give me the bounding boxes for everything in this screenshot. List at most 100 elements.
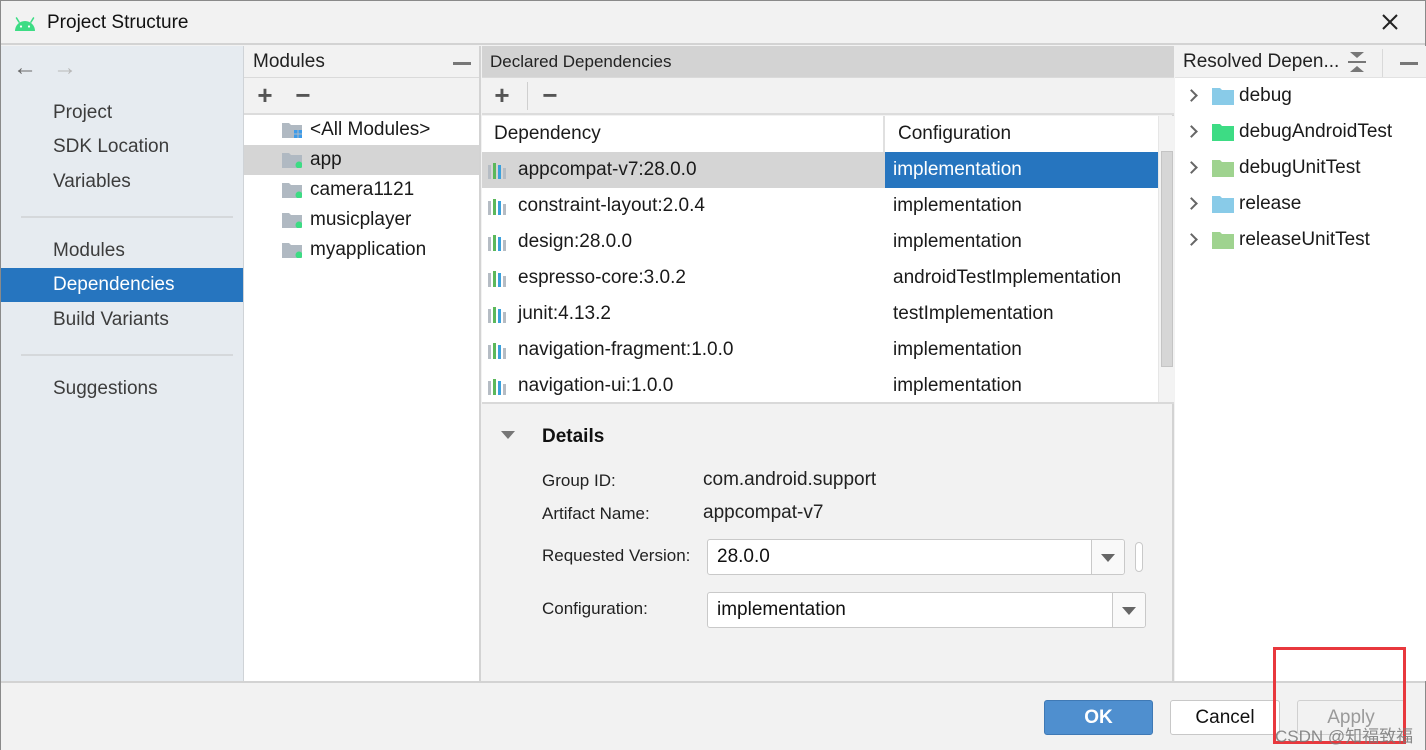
- configuration-cell[interactable]: implementation: [885, 368, 1158, 402]
- library-icon: [488, 307, 506, 323]
- requested-version-label: Requested Version:: [542, 546, 691, 565]
- library-icon: [488, 343, 506, 359]
- resolved-dependencies-header: Resolved Depen...: [1175, 46, 1426, 78]
- chevron-right-icon[interactable]: [1185, 89, 1198, 102]
- dependency-name: espresso-core:3.0.2: [518, 267, 686, 288]
- requested-version-combobox[interactable]: 28.0.0: [707, 539, 1125, 575]
- details-title: Details: [542, 426, 605, 447]
- dependency-name: junit:4.13.2: [518, 303, 611, 324]
- variant-label: debug: [1239, 85, 1292, 106]
- artifact-name-label: Artifact Name:: [542, 504, 650, 523]
- back-arrow-icon[interactable]: ←: [13, 54, 37, 82]
- forward-arrow-icon[interactable]: →: [53, 54, 77, 82]
- remove-module-button[interactable]: −: [290, 82, 316, 110]
- title-bar: Project Structure: [1, 1, 1425, 45]
- module-item-musicplayer[interactable]: musicplayer: [244, 205, 479, 235]
- folder-icon: [1212, 88, 1234, 105]
- remove-dependency-button[interactable]: −: [537, 82, 563, 110]
- resolved-variant-item[interactable]: debugUnitTest: [1175, 150, 1426, 186]
- configuration-cell[interactable]: implementation: [885, 152, 1158, 188]
- configuration-cell[interactable]: implementation: [885, 188, 1158, 224]
- all-modules-folder-icon: [282, 123, 302, 138]
- resolved-dependencies-panel: Resolved Depen... debug debugAndroidTest d…: [1175, 46, 1426, 681]
- module-item-all[interactable]: <All Modules>: [244, 115, 479, 145]
- dependency-row[interactable]: design:28.0.0 implementation: [482, 224, 1158, 260]
- resolved-variant-item[interactable]: release: [1175, 186, 1426, 222]
- variant-label: release: [1239, 193, 1302, 214]
- cancel-button[interactable]: Cancel: [1170, 700, 1280, 735]
- add-dependency-button[interactable]: +: [489, 82, 515, 110]
- configuration-cell[interactable]: androidTestImplementation: [885, 260, 1158, 296]
- chevron-down-icon[interactable]: [1091, 540, 1124, 574]
- dependency-cell[interactable]: design:28.0.0: [482, 224, 885, 260]
- sidebar-item-dependencies[interactable]: Dependencies: [1, 268, 243, 302]
- sidebar-item-suggestions[interactable]: Suggestions: [1, 372, 243, 406]
- variant-label: debugUnitTest: [1239, 157, 1361, 178]
- table-scrollbar[interactable]: [1158, 116, 1174, 402]
- module-item-app[interactable]: app: [244, 145, 479, 175]
- sidebar-item-variables[interactable]: Variables: [1, 165, 243, 199]
- sidebar-divider: [21, 354, 233, 356]
- chevron-right-icon[interactable]: [1185, 197, 1198, 210]
- collapse-details-icon[interactable]: [501, 431, 515, 439]
- module-folder-icon: [282, 243, 302, 258]
- android-icon: [15, 17, 35, 31]
- apply-button[interactable]: Apply: [1297, 700, 1405, 735]
- folder-icon: [1212, 196, 1234, 213]
- library-icon: [488, 271, 506, 287]
- dependency-name: navigation-fragment:1.0.0: [518, 339, 734, 360]
- dependencies-toolbar: + −: [482, 78, 1174, 115]
- sidebar-nav: ← → Project SDK Location Variables Modul…: [1, 46, 244, 681]
- configuration-cell[interactable]: implementation: [885, 332, 1158, 368]
- requested-version-value[interactable]: 28.0.0: [717, 540, 770, 574]
- library-icon: [488, 199, 506, 215]
- dependency-cell[interactable]: appcompat-v7:28.0.0: [482, 152, 885, 188]
- dependency-row[interactable]: navigation-ui:1.0.0 implementation: [482, 368, 1158, 402]
- hide-panel-button[interactable]: [1396, 48, 1422, 76]
- dependency-cell[interactable]: constraint-layout:2.0.4: [482, 188, 885, 224]
- configuration-combobox[interactable]: implementation: [707, 592, 1146, 628]
- chevron-right-icon[interactable]: [1185, 233, 1198, 246]
- chevron-down-icon[interactable]: [1112, 593, 1145, 627]
- sidebar-item-build-variants[interactable]: Build Variants: [1, 303, 243, 337]
- hide-panel-button[interactable]: [449, 48, 475, 76]
- details-section: Details Group ID: com.android.support Ar…: [482, 404, 1174, 681]
- scrollbar-thumb[interactable]: [1161, 151, 1173, 367]
- declared-dependencies-header: Declared Dependencies: [482, 46, 1174, 78]
- dependency-row[interactable]: constraint-layout:2.0.4 implementation: [482, 188, 1158, 224]
- library-icon: [488, 235, 506, 251]
- dependency-row[interactable]: espresso-core:3.0.2 androidTestImplementa…: [482, 260, 1158, 296]
- sidebar-item-project[interactable]: Project: [1, 96, 243, 130]
- dependency-cell[interactable]: navigation-fragment:1.0.0: [482, 332, 885, 368]
- dependency-name: appcompat-v7:28.0.0: [518, 159, 697, 180]
- sidebar-item-modules[interactable]: Modules: [1, 234, 243, 268]
- artifact-name-value: appcompat-v7: [703, 502, 824, 523]
- column-header-dependency[interactable]: Dependency: [482, 116, 885, 152]
- sidebar-item-sdk-location[interactable]: SDK Location: [1, 130, 243, 164]
- ok-button[interactable]: OK: [1044, 700, 1153, 735]
- dependency-cell[interactable]: navigation-ui:1.0.0: [482, 368, 885, 402]
- module-item-camera1121[interactable]: camera1121: [244, 175, 479, 205]
- module-item-myapplication[interactable]: myapplication: [244, 235, 479, 265]
- configuration-cell[interactable]: testImplementation: [885, 296, 1158, 332]
- module-label: musicplayer: [310, 209, 412, 230]
- dependency-row[interactable]: junit:4.13.2 testImplementation: [482, 296, 1158, 332]
- configuration-cell[interactable]: implementation: [885, 224, 1158, 260]
- dependency-cell[interactable]: junit:4.13.2: [482, 296, 885, 332]
- modules-toolbar: + −: [244, 78, 479, 115]
- resolved-variant-item[interactable]: debugAndroidTest: [1175, 114, 1426, 150]
- add-module-button[interactable]: +: [252, 82, 278, 110]
- dependency-cell[interactable]: espresso-core:3.0.2: [482, 260, 885, 296]
- configuration-value[interactable]: implementation: [717, 593, 846, 627]
- collapse-all-icon[interactable]: [1345, 49, 1369, 75]
- module-label: app: [310, 149, 342, 170]
- chevron-right-icon[interactable]: [1185, 125, 1198, 138]
- chevron-right-icon[interactable]: [1185, 161, 1198, 174]
- column-header-configuration[interactable]: Configuration: [886, 116, 1158, 152]
- close-icon[interactable]: [1379, 11, 1401, 33]
- resolved-variant-item[interactable]: releaseUnitTest: [1175, 222, 1426, 258]
- dependency-row[interactable]: appcompat-v7:28.0.0 implementation: [482, 152, 1158, 188]
- library-icon: [488, 379, 506, 395]
- resolved-variant-item[interactable]: debug: [1175, 78, 1426, 114]
- dependency-row[interactable]: navigation-fragment:1.0.0 implementation: [482, 332, 1158, 368]
